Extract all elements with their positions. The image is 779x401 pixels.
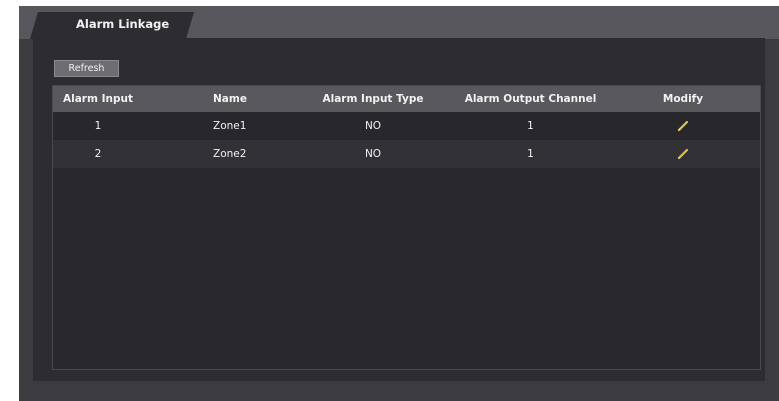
- tab-label: Alarm Linkage: [76, 17, 170, 31]
- tab-alarm-linkage[interactable]: Alarm Linkage: [30, 12, 194, 39]
- refresh-button[interactable]: Refresh: [54, 60, 119, 77]
- alarm-output-channel-cell: 1: [527, 148, 534, 160]
- column-header-name: Name: [213, 93, 247, 105]
- alarm-linkage-table: Alarm Input Name Alarm Input Type Alarm …: [52, 85, 761, 370]
- name-cell: Zone2: [213, 148, 247, 160]
- alarm-input-cell: 2: [94, 148, 102, 160]
- table-row: 2 Zone2 NO 1: [53, 140, 760, 168]
- column-header-alarm-output-channel: Alarm Output Channel: [464, 93, 597, 105]
- modify-cell: [648, 140, 718, 168]
- name-cell: Zone1: [213, 120, 247, 132]
- pencil-icon[interactable]: [677, 148, 689, 160]
- pencil-icon[interactable]: [677, 120, 689, 132]
- table-header: Alarm Input Name Alarm Input Type Alarm …: [53, 86, 760, 112]
- column-header-modify: Modify: [662, 93, 704, 105]
- alarm-input-cell: 1: [94, 120, 102, 132]
- modify-cell: [648, 112, 718, 140]
- table-row: 1 Zone1 NO 1: [53, 112, 760, 140]
- alarm-output-channel-cell: 1: [527, 120, 534, 132]
- column-header-alarm-input-type: Alarm Input Type: [322, 93, 424, 105]
- column-header-alarm-input: Alarm Input: [63, 93, 133, 105]
- alarm-input-type-cell: NO: [364, 148, 382, 160]
- alarm-input-type-cell: NO: [364, 120, 382, 132]
